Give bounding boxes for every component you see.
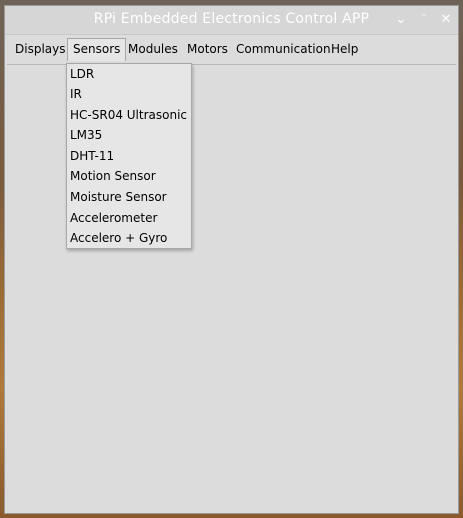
menu-motors[interactable]: Motors (182, 38, 233, 61)
menu-item-ldr[interactable]: LDR (70, 64, 94, 84)
menu-item-moisture-sensor[interactable]: Moisture Sensor (70, 187, 167, 207)
menu-bar: Displays Sensors Modules Motors Communic… (7, 35, 456, 65)
menu-item-hc-sr04-ultrasonic[interactable]: HC-SR04 Ultrasonic (70, 105, 187, 125)
menu-item-accelerometer[interactable]: Accelerometer (70, 208, 157, 228)
menu-item-dht-11[interactable]: DHT-11 (70, 146, 114, 166)
menu-communication[interactable]: Communication (231, 38, 336, 61)
menu-displays[interactable]: Displays (10, 38, 70, 61)
menu-item-accelero-gyro[interactable]: Accelero + Gyro (70, 228, 167, 248)
app-window: RPi Embedded Electronics Control APP ⌄ ⌃… (4, 5, 459, 514)
title-bar[interactable]: RPi Embedded Electronics Control APP ⌄ ⌃… (5, 6, 458, 35)
menu-help[interactable]: Help (326, 38, 363, 61)
menu-sensors[interactable]: Sensors (67, 38, 127, 61)
menu-item-lm35[interactable]: LM35 (70, 125, 102, 145)
sensors-dropdown-menu: LDR IR HC-SR04 Ultrasonic LM35 DHT-11 Mo… (66, 63, 192, 249)
maximize-icon[interactable]: ⌃ (415, 11, 433, 29)
close-icon[interactable]: ✕ (437, 11, 455, 29)
window-title: RPi Embedded Electronics Control APP (93, 11, 370, 27)
menu-modules[interactable]: Modules (123, 38, 183, 61)
menu-item-motion-sensor[interactable]: Motion Sensor (70, 166, 156, 186)
menu-item-ir[interactable]: IR (70, 84, 82, 104)
minimize-icon[interactable]: ⌄ (392, 11, 410, 29)
